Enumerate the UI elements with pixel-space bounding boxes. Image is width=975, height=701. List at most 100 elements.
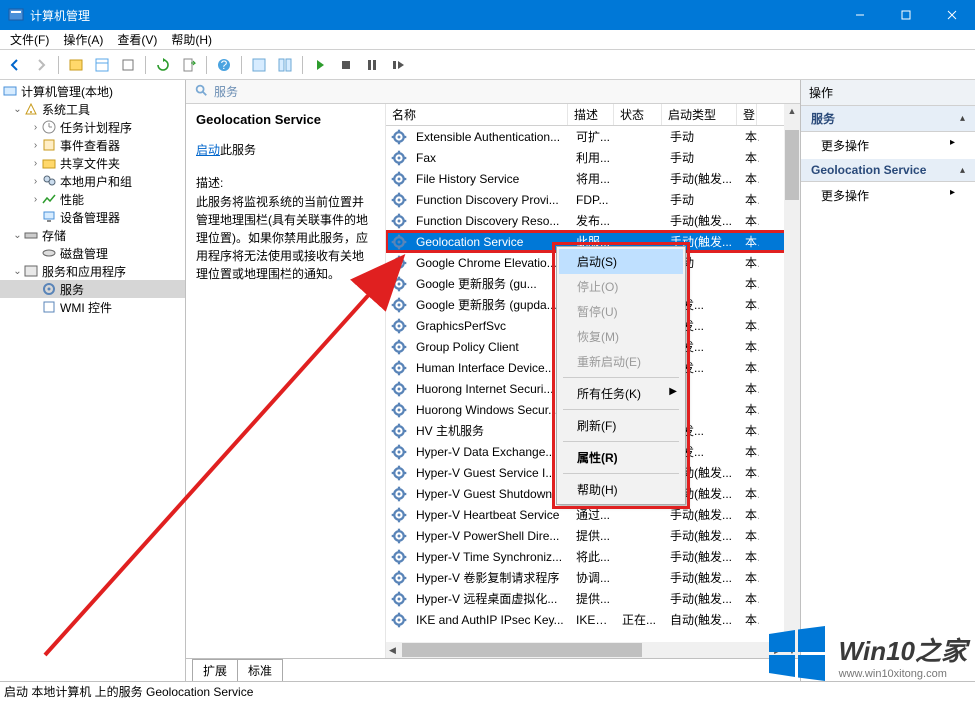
cm-all-tasks[interactable]: 所有任务(K)▶ xyxy=(559,381,683,406)
tree-wmi[interactable]: WMI 控件 xyxy=(0,298,185,316)
col-desc[interactable]: 描述 xyxy=(568,104,614,125)
tree-device-manager[interactable]: 设备管理器 xyxy=(0,208,185,226)
actions-more-1[interactable]: 更多操作▸ xyxy=(801,132,975,159)
gear-icon xyxy=(390,486,408,502)
service-row[interactable]: Function Discovery Provi...FDP...手动本 xyxy=(386,189,800,210)
export-button[interactable] xyxy=(178,54,200,76)
tree-task-scheduler[interactable]: ›任务计划程序 xyxy=(0,118,185,136)
svc-name: Group Policy Client xyxy=(410,340,570,354)
tree-event-viewer[interactable]: ›事件查看器 xyxy=(0,136,185,154)
gear-icon xyxy=(390,402,408,418)
svc-name: Huorong Internet Securi... xyxy=(410,382,570,396)
gear-icon xyxy=(390,171,408,187)
actions-section-geo[interactable]: Geolocation Service▴ xyxy=(801,159,975,182)
vertical-scrollbar[interactable]: ▲▼ xyxy=(784,104,800,658)
service-row[interactable]: Hyper-V Time Synchroniz...将此...手动(触发...本 xyxy=(386,546,800,567)
col-name[interactable]: 名称 xyxy=(386,104,568,125)
cm-start[interactable]: 启动(S) xyxy=(559,249,683,274)
tb-icon-1[interactable] xyxy=(65,54,87,76)
menu-view[interactable]: 查看(V) xyxy=(111,29,163,50)
tree-services[interactable]: 服务 xyxy=(0,280,185,298)
help-button[interactable]: ? xyxy=(213,54,235,76)
tree-panel[interactable]: 计算机管理(本地) ⌄ 系统工具 ›任务计划程序 ›事件查看器 ›共享文件夹 ›… xyxy=(0,80,186,681)
svc-start: 手动 xyxy=(664,191,739,208)
tree-root[interactable]: 计算机管理(本地) xyxy=(0,82,185,100)
cm-properties[interactable]: 属性(R) xyxy=(559,445,683,470)
svc-desc: 通过... xyxy=(570,506,616,523)
svc-logon: 本 xyxy=(739,359,759,376)
service-row[interactable]: Hyper-V 远程桌面虚拟化...提供...手动(触发...本 xyxy=(386,588,800,609)
tree-local-users[interactable]: ›本地用户和组 xyxy=(0,172,185,190)
tb-view-1[interactable] xyxy=(248,54,270,76)
svc-name: Geolocation Service xyxy=(410,235,570,249)
service-row[interactable]: Fax利用...手动本 xyxy=(386,147,800,168)
restart-button[interactable] xyxy=(387,54,409,76)
tb-icon-3[interactable] xyxy=(117,54,139,76)
svc-name: Hyper-V Time Synchroniz... xyxy=(410,550,570,564)
gear-icon xyxy=(390,591,408,607)
close-button[interactable] xyxy=(929,0,975,30)
col-logon[interactable]: 登 xyxy=(737,104,757,125)
detail-pane: Geolocation Service 启动此服务 描述: 此服务将监视系统的当… xyxy=(186,104,386,658)
svc-start: 自动(触发... xyxy=(664,611,739,628)
svc-logon: 本 xyxy=(739,128,759,145)
start-service-link[interactable]: 启动 xyxy=(196,143,220,157)
gear-icon xyxy=(390,381,408,397)
svc-start: 手动(触发... xyxy=(664,527,739,544)
service-row[interactable]: File History Service将用...手动(触发...本 xyxy=(386,168,800,189)
service-row[interactable]: Hyper-V 卷影复制请求程序协调...手动(触发...本 xyxy=(386,567,800,588)
cm-help[interactable]: 帮助(H) xyxy=(559,477,683,502)
service-list[interactable]: 名称 描述 状态 启动类型 登 Extensible Authenticatio… xyxy=(386,104,800,658)
actions-section-services[interactable]: 服务▴ xyxy=(801,106,975,132)
gear-icon xyxy=(390,549,408,565)
svc-name: Huorong Windows Secur... xyxy=(410,403,570,417)
horizontal-scrollbar[interactable]: ◀▶ xyxy=(386,642,784,658)
tb-view-2[interactable] xyxy=(274,54,296,76)
tree-services-apps[interactable]: ⌄服务和应用程序 xyxy=(0,262,185,280)
service-row[interactable]: Hyper-V Heartbeat Service通过...手动(触发...本 xyxy=(386,504,800,525)
svc-start: 手动(触发... xyxy=(664,590,739,607)
maximize-button[interactable] xyxy=(883,0,929,30)
tree-performance[interactable]: ›性能 xyxy=(0,190,185,208)
svc-logon: 本 xyxy=(739,611,759,628)
gear-icon xyxy=(390,297,408,313)
stop-button[interactable] xyxy=(335,54,357,76)
svc-desc: 将此... xyxy=(570,548,616,565)
svc-logon: 本 xyxy=(739,233,759,250)
svc-desc: FDP... xyxy=(570,193,616,207)
back-button[interactable] xyxy=(4,54,26,76)
actions-more-2[interactable]: 更多操作▸ xyxy=(801,182,975,209)
tb-icon-2[interactable] xyxy=(91,54,113,76)
menu-action[interactable]: 操作(A) xyxy=(57,29,109,50)
service-row[interactable]: IKE and AuthIP IPsec Key...IKEE...正在...自… xyxy=(386,609,800,630)
cm-refresh[interactable]: 刷新(F) xyxy=(559,413,683,438)
play-button[interactable] xyxy=(309,54,331,76)
tree-storage[interactable]: ⌄存储 xyxy=(0,226,185,244)
tree-disk-management[interactable]: 磁盘管理 xyxy=(0,244,185,262)
svc-name: File History Service xyxy=(410,172,570,186)
tab-extended[interactable]: 扩展 xyxy=(192,659,238,681)
svc-start: 手动(触发... xyxy=(664,212,739,229)
gear-icon xyxy=(390,570,408,586)
tree-shared-folders[interactable]: ›共享文件夹 xyxy=(0,154,185,172)
menu-file[interactable]: 文件(F) xyxy=(4,29,55,50)
minimize-button[interactable] xyxy=(837,0,883,30)
col-state[interactable]: 状态 xyxy=(614,104,662,125)
svc-logon: 本 xyxy=(739,296,759,313)
service-row[interactable]: Extensible Authentication...可扩...手动本 xyxy=(386,126,800,147)
service-row[interactable]: Hyper-V PowerShell Dire...提供...手动(触发...本 xyxy=(386,525,800,546)
col-start[interactable]: 启动类型 xyxy=(662,104,737,125)
svc-desc: IKEE... xyxy=(570,613,616,627)
refresh-button[interactable] xyxy=(152,54,174,76)
gear-icon xyxy=(390,318,408,334)
forward-button[interactable] xyxy=(30,54,52,76)
menu-help[interactable]: 帮助(H) xyxy=(165,29,218,50)
pause-button[interactable] xyxy=(361,54,383,76)
svc-name: GraphicsPerfSvc xyxy=(410,319,570,333)
service-row[interactable]: Function Discovery Reso...发布...手动(触发...本 xyxy=(386,210,800,231)
tree-system-tools[interactable]: ⌄ 系统工具 xyxy=(0,100,185,118)
gear-icon xyxy=(390,612,408,628)
tab-standard[interactable]: 标准 xyxy=(237,659,283,681)
svc-logon: 本 xyxy=(739,548,759,565)
gear-icon xyxy=(390,255,408,271)
